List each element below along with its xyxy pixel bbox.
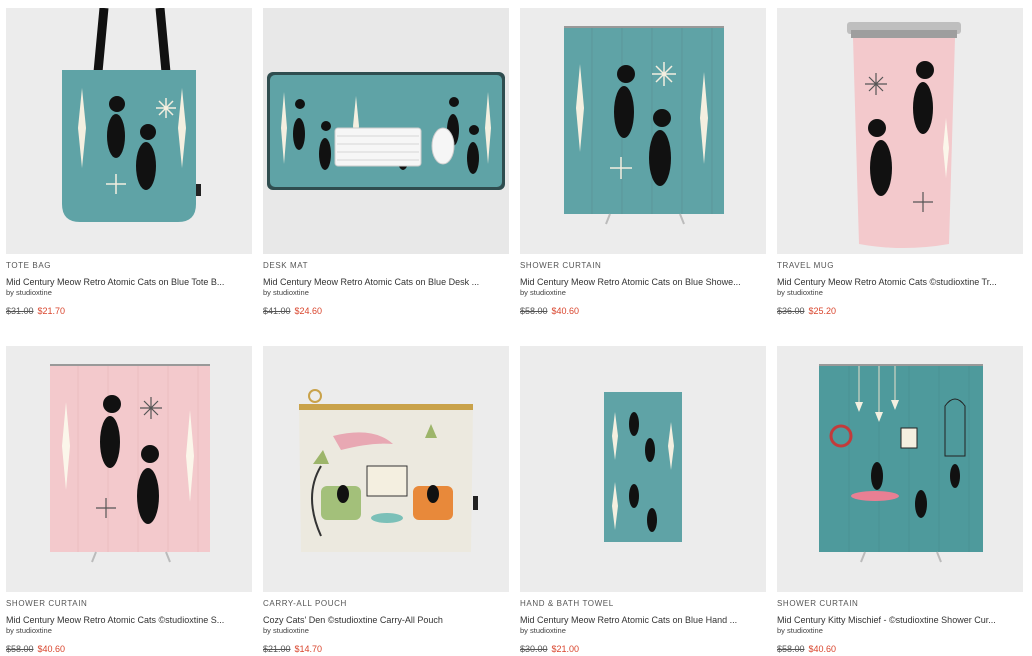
- product-image[interactable]: [6, 346, 252, 592]
- product-card[interactable]: HAND & BATH TOWEL Mid Century Meow Retro…: [520, 346, 766, 655]
- product-image[interactable]: [777, 346, 1023, 592]
- product-prices: $58.00 $40.60: [777, 643, 1023, 655]
- product-prices: $41.00 $24.60: [263, 305, 509, 317]
- sale-price: $40.60: [808, 644, 837, 654]
- product-type: SHOWER CURTAIN: [520, 261, 602, 270]
- product-prices: $21.00 $14.70: [263, 643, 509, 655]
- product-image[interactable]: [520, 346, 766, 592]
- product-title[interactable]: Mid Century Kitty Mischief - ©studioxtin…: [777, 614, 1023, 626]
- pouch-image: [263, 346, 509, 592]
- product-image[interactable]: [263, 346, 509, 592]
- original-price: $41.00: [263, 306, 291, 316]
- original-price: $30.00: [520, 644, 548, 654]
- product-artist[interactable]: by studioxtine: [263, 626, 509, 636]
- original-price: $58.00: [6, 644, 34, 654]
- product-prices: $30.00 $21.00: [520, 643, 766, 655]
- product-type: SHOWER CURTAIN: [6, 599, 88, 608]
- original-price: $58.00: [777, 644, 805, 654]
- product-card[interactable]: SHOWER CURTAIN Mid Century Meow Retro At…: [6, 346, 252, 655]
- desk-mat-image: [263, 8, 509, 254]
- product-grid: TOTE BAG Mid Century Meow Retro Atomic C…: [0, 0, 1032, 656]
- product-card[interactable]: SHOWER CURTAIN Mid Century Meow Retro At…: [520, 8, 766, 317]
- product-card[interactable]: TOTE BAG Mid Century Meow Retro Atomic C…: [6, 8, 252, 317]
- product-title[interactable]: Mid Century Meow Retro Atomic Cats ©stud…: [6, 614, 252, 626]
- sale-price: $40.60: [551, 306, 580, 316]
- travel-mug-image: [777, 8, 1023, 254]
- product-title[interactable]: Mid Century Meow Retro Atomic Cats on Bl…: [6, 276, 252, 288]
- product-card[interactable]: CARRY-ALL POUCH Cozy Cats' Den ©studioxt…: [263, 346, 509, 655]
- product-prices: $58.00 $40.60: [6, 643, 252, 655]
- towel-image: [520, 346, 766, 592]
- product-artist[interactable]: by studioxtine: [6, 288, 252, 298]
- sale-price: $24.60: [294, 306, 323, 316]
- product-title[interactable]: Mid Century Meow Retro Atomic Cats ©stud…: [777, 276, 1023, 288]
- product-type: TRAVEL MUG: [777, 261, 835, 270]
- shower-curtain-image: [520, 8, 766, 254]
- sale-price: $40.60: [37, 644, 66, 654]
- product-card[interactable]: SHOWER CURTAIN Mid Century Kitty Mischie…: [777, 346, 1023, 655]
- original-price: $31.00: [6, 306, 34, 316]
- product-title[interactable]: Mid Century Meow Retro Atomic Cats on Bl…: [520, 276, 766, 288]
- original-price: $58.00: [520, 306, 548, 316]
- product-type: DESK MAT: [263, 261, 309, 270]
- product-prices: $58.00 $40.60: [520, 305, 766, 317]
- product-artist[interactable]: by studioxtine: [520, 626, 766, 636]
- product-image[interactable]: [6, 8, 252, 254]
- product-title[interactable]: Mid Century Meow Retro Atomic Cats on Bl…: [263, 276, 509, 288]
- sale-price: $21.70: [37, 306, 66, 316]
- tote-bag-image: [6, 8, 252, 254]
- product-type: TOTE BAG: [6, 261, 52, 270]
- sale-price: $14.70: [294, 644, 323, 654]
- sale-price: $25.20: [808, 306, 837, 316]
- product-type: CARRY-ALL POUCH: [263, 599, 347, 608]
- product-title[interactable]: Mid Century Meow Retro Atomic Cats on Bl…: [520, 614, 766, 626]
- product-title[interactable]: Cozy Cats' Den ©studioxtine Carry-All Po…: [263, 614, 509, 626]
- shower-curtain-image: [777, 346, 1023, 592]
- product-artist[interactable]: by studioxtine: [777, 288, 1023, 298]
- product-prices: $31.00 $21.70: [6, 305, 252, 317]
- product-image[interactable]: [520, 8, 766, 254]
- shower-curtain-image: [6, 346, 252, 592]
- product-image[interactable]: [263, 8, 509, 254]
- product-image[interactable]: [777, 8, 1023, 254]
- product-artist[interactable]: by studioxtine: [6, 626, 252, 636]
- product-type: SHOWER CURTAIN: [777, 599, 859, 608]
- product-card[interactable]: DESK MAT Mid Century Meow Retro Atomic C…: [263, 8, 509, 317]
- product-type: HAND & BATH TOWEL: [520, 599, 614, 608]
- original-price: $36.00: [777, 306, 805, 316]
- product-card[interactable]: TRAVEL MUG Mid Century Meow Retro Atomic…: [777, 8, 1023, 317]
- original-price: $21.00: [263, 644, 291, 654]
- product-artist[interactable]: by studioxtine: [263, 288, 509, 298]
- product-prices: $36.00 $25.20: [777, 305, 1023, 317]
- sale-price: $21.00: [551, 644, 580, 654]
- product-artist[interactable]: by studioxtine: [520, 288, 766, 298]
- product-artist[interactable]: by studioxtine: [777, 626, 1023, 636]
